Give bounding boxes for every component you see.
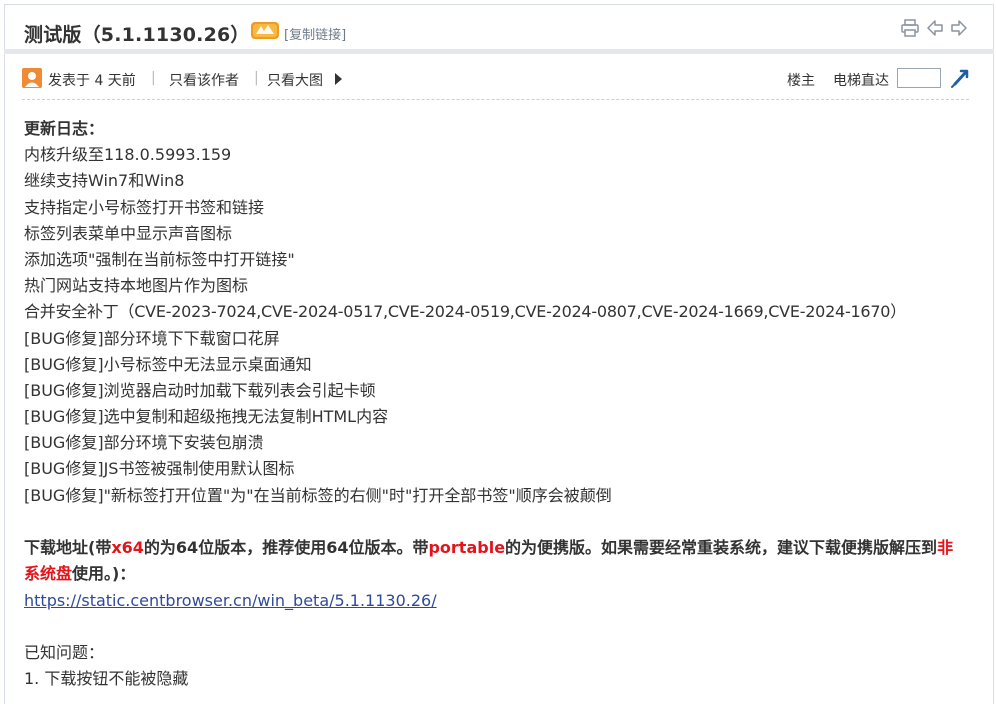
download-url-link[interactable]: https://static.centbrowser.cn/win_beta/5… — [24, 588, 437, 614]
changelog-heading: 更新日志： — [24, 119, 105, 138]
changelog-item: [BUG修复]部分环境下安装包崩溃 — [24, 433, 264, 453]
post-content: 更新日志： 内核升级至118.0.5993.159 继续支持Win7和Win8 … — [24, 116, 974, 692]
post-title-bar: 测试版（5.1.1130.26） [复制链接] — [4, 4, 994, 50]
changelog-item: 添加选项"强制在当前标签中打开链接" — [24, 249, 295, 269]
post-meta-bar: 发表于 4 天前 | 只看该作者 | 只看大图 楼主 电梯直达 — [22, 66, 972, 90]
changelog-item: 热门网站支持本地图片作为图标 — [24, 276, 249, 296]
arrow-right-icon[interactable] — [334, 73, 343, 85]
big-image-link[interactable]: 只看大图 — [267, 70, 323, 90]
title-divider — [4, 49, 994, 54]
floor-owner-label: 楼主 — [787, 73, 815, 89]
jump-floor-icon[interactable] — [949, 67, 971, 89]
floor-number-input[interactable] — [897, 68, 941, 88]
print-icon[interactable] — [900, 18, 920, 38]
download-text: 的为便携版。如果需要经常重装系统，建议下载便携版解压到 — [505, 537, 938, 557]
changelog-item: 支持指定小号标签打开书签和链接 — [24, 197, 265, 217]
meta-separator: | — [151, 70, 156, 86]
changelog-list: 内核升级至118.0.5993.159 继续支持Win7和Win8 支持指定小号… — [24, 142, 974, 509]
known-issue-item: 1. 下载按钮不能被隐藏 — [24, 669, 189, 689]
changelog-item: [BUG修复]部分环境下下载窗口花屏 — [24, 328, 280, 348]
author-only-link[interactable]: 只看该作者 — [169, 70, 239, 90]
next-post-icon[interactable] — [949, 18, 969, 38]
download-highlight: x64 — [111, 537, 144, 557]
elevator-label: 电梯直达 — [833, 73, 889, 89]
changelog-item: 继续支持Win7和Win8 — [24, 171, 185, 191]
download-text: 下载地址(带 — [24, 537, 112, 557]
known-issues: 已知问题： 1. 下载按钮不能被隐藏 — [24, 640, 974, 692]
download-highlight: portable — [428, 537, 506, 557]
changelog-item: [BUG修复]浏览器启动时加载下载列表会引起卡顿 — [24, 380, 376, 400]
changelog-item: 标签列表菜单中显示声音图标 — [24, 223, 233, 243]
known-issues-title: 已知问题： — [24, 643, 105, 663]
vip-badge-icon — [251, 22, 279, 39]
changelog-item: 内核升级至118.0.5993.159 — [24, 145, 232, 165]
download-info: 下载地址(带x64的为64位版本，推荐使用64位版本。带portable的为便携… — [24, 535, 964, 587]
user-avatar-icon[interactable] — [22, 68, 42, 88]
changelog-item: 合并安全补丁（CVE-2023-7024,CVE-2024-0517,CVE-2… — [24, 302, 906, 322]
post-title: 测试版（5.1.1130.26） — [24, 24, 250, 46]
prev-post-icon[interactable] — [925, 18, 945, 38]
download-text: 的为64位版本，推荐使用64位版本。带 — [143, 537, 429, 557]
changelog-item: [BUG修复]"新标签打开位置"为"在当前标签的右侧"时"打开全部书签"顺序会被… — [24, 485, 612, 505]
changelog-item: [BUG修复]小号标签中无法显示桌面通知 — [24, 354, 312, 374]
post-time: 发表于 4 天前 — [48, 73, 136, 89]
download-text: 使用。)： — [72, 563, 136, 583]
copy-link-button[interactable]: [复制链接] — [284, 24, 346, 43]
changelog-item: [BUG修复]JS书签被强制使用默认图标 — [24, 459, 295, 479]
meta-separator: | — [254, 70, 259, 86]
meta-dashed-divider — [22, 99, 969, 100]
changelog-item: [BUG修复]选中复制和超级拖拽无法复制HTML内容 — [24, 407, 389, 427]
